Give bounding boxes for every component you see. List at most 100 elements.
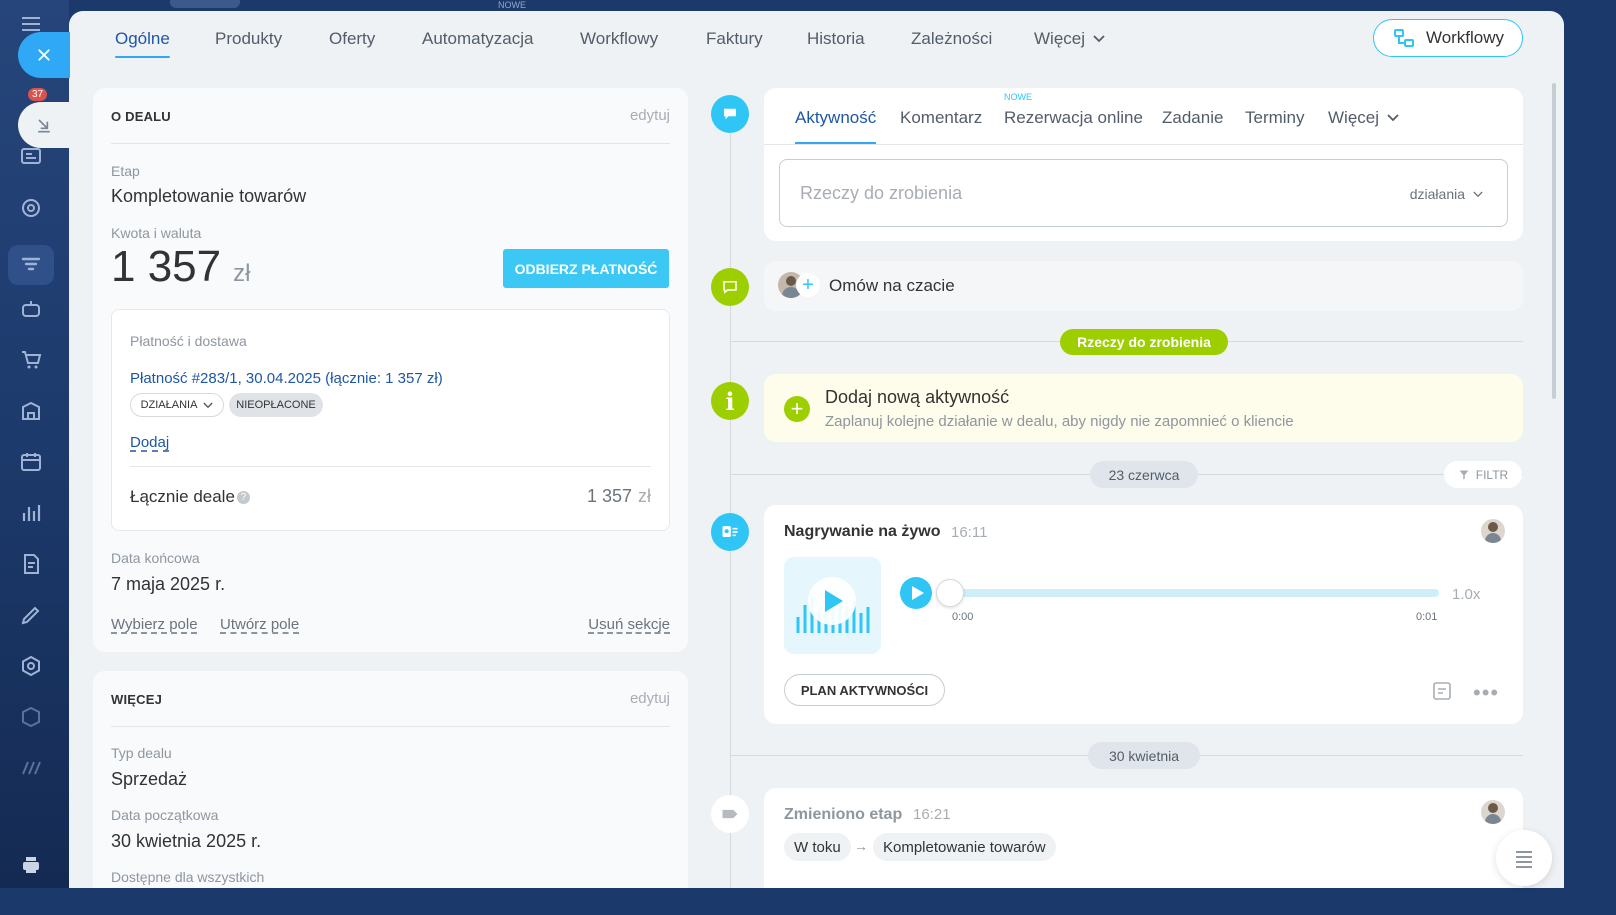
remove-section-link[interactable]: Usuń sekcje [588,616,670,633]
audio-start-time: 0:00 [952,611,974,623]
actions-dropdown[interactable]: działania [1410,186,1483,202]
target-icon[interactable] [18,195,44,221]
deals-total-label: Łącznie deale [130,487,235,506]
cube-icon[interactable] [18,704,44,730]
edit-link[interactable]: edytuj [630,107,670,124]
start-date-value[interactable]: 30 kwietnia 2025 r. [111,831,261,852]
tab-more-label: Więcej [1034,29,1086,48]
tab-activity[interactable]: Aktywność [795,108,876,128]
tab-more-activity[interactable]: Więcej [1328,108,1399,128]
close-icon [38,49,50,61]
start-date-label: Data początkowa [111,807,219,823]
chat-label: Omów na czacie [829,276,955,295]
tab-offers[interactable]: Oferty [329,29,375,49]
audio-end-time: 0:01 [1416,611,1438,623]
top-tab-handle [170,0,240,8]
add-payment-link[interactable]: Dodaj [130,434,169,451]
actions-dropdown-label: działania [1409,186,1465,202]
choose-field-link[interactable]: Wybierz pole [111,616,198,633]
add-activity-card[interactable]: + Dodaj nową aktywność Zaplanuj kolejne … [764,374,1523,442]
tab-comment[interactable]: Komentarz [900,108,982,128]
more-options-icon[interactable]: ••• [1473,680,1499,706]
stage-from-pill: W toku [784,833,851,861]
deal-type-value[interactable]: Sprzedaż [111,769,187,790]
payment-actions-label: DZIAŁANIA [140,399,198,411]
tab-history[interactable]: Historia [807,29,865,49]
play-button[interactable] [900,577,932,609]
filter-button[interactable]: FILTR [1444,461,1522,488]
info-icon: i [711,382,749,420]
printer-icon[interactable] [18,852,44,878]
payment-actions-dropdown[interactable]: DZIAŁANIA [130,393,224,417]
section-title: O DEALU [111,109,171,124]
cart-icon[interactable] [18,347,44,373]
divider [111,726,670,727]
create-field-link[interactable]: Utwórz pole [220,616,299,633]
tab-products[interactable]: Produkty [215,29,282,49]
comment-icon [711,95,749,133]
add-participant-icon[interactable]: + [796,273,820,297]
tab-dependencies[interactable]: Zależności [911,29,992,49]
help-icon[interactable]: ? [236,490,250,504]
document-icon[interactable] [18,551,44,577]
deal-detail-panel: Ogólne Produkty Oferty Automatyzacja Wor… [69,11,1564,888]
chevron-down-icon [1387,114,1399,122]
minimize-icon [38,119,50,133]
chevron-down-icon [1093,35,1105,43]
stage-label: Etap [111,163,140,179]
avatar [1481,519,1505,543]
tab-general[interactable]: Ogólne [115,29,170,58]
notification-count-badge: 37 [28,88,48,101]
recording-title: Nagrywanie na żywo [784,523,941,540]
minimize-slider-button[interactable] [18,102,70,148]
payment-delivery-box: Płatność i dostawa Płatność #283/1, 30.0… [111,309,670,531]
end-date-label: Data końcowa [111,550,200,566]
payment-link[interactable]: Płatność #283/1, 30.04.2025 (łącznie: 1 … [130,370,443,387]
stage-value[interactable]: Kompletowanie towarów [111,186,306,207]
tab-task[interactable]: Zadanie [1162,108,1223,128]
end-date-value[interactable]: 7 maja 2025 r. [111,574,225,595]
edit-link[interactable]: edytuj [630,690,670,707]
crm-funnel-icon[interactable] [8,245,54,285]
tab-invoices[interactable]: Faktury [706,29,763,49]
add-icon[interactable]: + [784,396,810,422]
date-separator: 23 czerwca [1090,461,1198,488]
tab-automation[interactable]: Automatyzacja [422,29,534,49]
building-icon[interactable] [18,398,44,424]
scrollbar-thumb[interactable] [1552,83,1556,399]
analytics-icon[interactable] [18,500,44,526]
chat-icon [711,268,749,306]
live-recording-card: Nagrywanie na żywo 16:11 0:00 0:01 1.0x … [764,505,1523,724]
chevron-down-icon [203,402,214,408]
amount-display: 1 357 zł [111,242,250,292]
deals-total-value-row: 1 357 zł [587,486,651,507]
deal-type-label: Typ dealu [111,745,172,761]
todo-input[interactable]: Rzeczy do zrobienia działania [779,159,1508,227]
deals-total-currency: zł [638,486,651,506]
hexagon-icon[interactable] [18,653,44,679]
note-icon[interactable] [1432,681,1452,706]
calendar-icon[interactable] [18,449,44,475]
tab-online-booking[interactable]: Rezerwacja online [1004,108,1143,128]
receive-payment-button[interactable]: ODBIERZ PŁATNOŚĆ [503,249,669,288]
close-slider-button[interactable] [18,32,70,78]
stripes-icon[interactable] [18,755,44,781]
audio-waveform-thumbnail[interactable] [784,557,881,654]
plan-activity-button[interactable]: PLAN AKTYWNOŚCI [784,674,945,706]
pen-icon[interactable] [18,602,44,628]
amount-currency: zł [233,260,251,287]
tab-more[interactable]: Więcej [1034,29,1105,49]
tab-workflows[interactable]: Workflowy [580,29,658,49]
floating-menu-button[interactable] [1496,830,1552,886]
robot-icon[interactable] [18,296,44,322]
filter-label: FILTR [1475,467,1509,482]
new-badge: NOWE [1004,92,1032,102]
playback-speed[interactable]: 1.0x [1452,586,1480,603]
workflows-button[interactable]: Workflowy [1373,19,1523,57]
audio-progress-track[interactable] [949,589,1439,597]
stage-to-pill: Kompletowanie towarów [873,833,1056,861]
tab-deadlines[interactable]: Terminy [1245,108,1305,128]
audio-progress-handle[interactable] [936,579,964,607]
deal-tabs: Ogólne Produkty Oferty Automatyzacja Wor… [69,11,1564,71]
chat-row[interactable]: + Omów na czacie [764,261,1523,311]
